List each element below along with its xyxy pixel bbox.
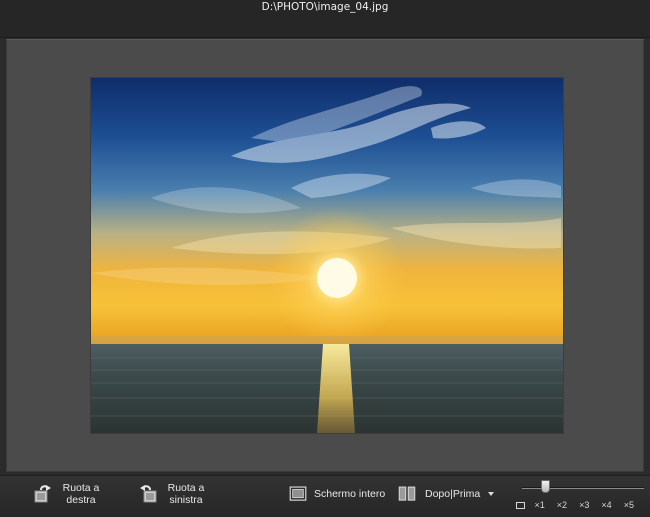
zoom-level-4[interactable]: ×4: [601, 500, 623, 510]
zoom-levels: ×1 ×2 ×3 ×4 ×5: [516, 499, 646, 511]
compare-button[interactable]: Dopo|Prima: [397, 485, 495, 503]
fullscreen-label: Schermo intero: [314, 488, 386, 500]
window-title: D:\PHOTO\image_04.jpg: [261, 1, 389, 13]
rotate-left-button[interactable]: Ruota a sinistra: [137, 482, 208, 506]
fullscreen-icon: [289, 486, 307, 501]
zoom-level-1[interactable]: ×1: [535, 500, 557, 510]
sunset-image: [91, 78, 563, 433]
rotate-right-button[interactable]: Ruota a destra: [32, 482, 103, 506]
chevron-down-icon[interactable]: [488, 492, 495, 496]
rotate-right-label: Ruota a destra: [62, 482, 100, 506]
after-label: Dopo: [425, 488, 451, 500]
title-bar: D:\PHOTO\image_04.jpg: [0, 0, 650, 38]
rotate-right-icon: [34, 485, 51, 503]
rotate-left-icon: [140, 485, 157, 503]
photo-preview[interactable]: [91, 78, 563, 433]
fit-to-window-icon[interactable]: [516, 501, 525, 509]
zoom-level-2[interactable]: ×2: [557, 500, 579, 510]
fullscreen-button[interactable]: Schermo intero: [288, 485, 385, 503]
split-view-icon: [398, 486, 416, 501]
zoom-slider-thumb[interactable]: [541, 480, 551, 493]
sun: [317, 258, 357, 298]
compare-label: Dopo|Prima: [425, 488, 480, 500]
zoom-control[interactable]: ×1 ×2 ×3 ×4 ×5: [512, 478, 646, 516]
bottom-toolbar: Ruota a destra Ruota a sinistra Schermo …: [0, 475, 650, 517]
zoom-slider-track[interactable]: [522, 487, 644, 489]
zoom-level-5[interactable]: ×5: [624, 500, 646, 510]
zoom-level-3[interactable]: ×3: [579, 500, 601, 510]
before-label: Prima: [452, 488, 481, 500]
rotate-left-label: Ruota a sinistra: [167, 482, 205, 506]
sun-reflection: [317, 344, 355, 433]
